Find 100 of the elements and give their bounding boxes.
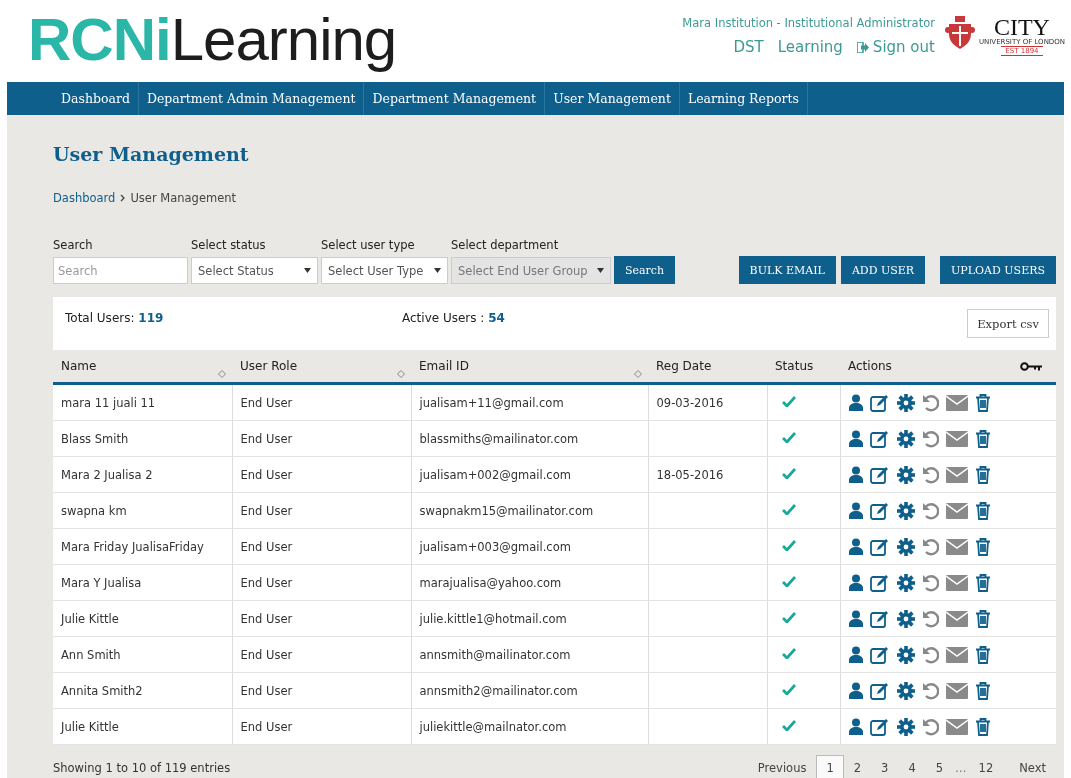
- delete-icon[interactable]: [974, 609, 991, 628]
- logo: RCNiLearning: [28, 5, 397, 75]
- user-icon[interactable]: [848, 466, 863, 483]
- undo-icon[interactable]: [921, 393, 939, 412]
- delete-icon[interactable]: [974, 393, 991, 412]
- undo-icon[interactable]: [921, 609, 939, 628]
- undo-icon[interactable]: [921, 537, 939, 556]
- edit-icon[interactable]: [869, 609, 890, 628]
- edit-icon[interactable]: [869, 645, 890, 664]
- user-icon[interactable]: [848, 718, 863, 735]
- settings-icon[interactable]: [896, 717, 915, 736]
- page-link[interactable]: 3: [871, 755, 899, 778]
- mail-icon[interactable]: [945, 538, 968, 555]
- user-icon[interactable]: [848, 610, 863, 627]
- settings-icon[interactable]: [896, 645, 915, 664]
- delete-icon[interactable]: [974, 465, 991, 484]
- mail-icon[interactable]: [945, 646, 968, 663]
- undo-icon[interactable]: [921, 501, 939, 520]
- undo-icon[interactable]: [921, 573, 939, 592]
- delete-icon[interactable]: [974, 717, 991, 736]
- search-button[interactable]: Search: [614, 256, 676, 284]
- settings-icon[interactable]: [896, 465, 915, 484]
- key-icon: [1020, 362, 1042, 371]
- user-icon[interactable]: [848, 574, 863, 591]
- delete-icon[interactable]: [974, 573, 991, 592]
- undo-icon[interactable]: [921, 465, 939, 484]
- column-header[interactable]: Email ID: [411, 350, 648, 384]
- settings-icon[interactable]: [896, 681, 915, 700]
- edit-icon[interactable]: [869, 681, 890, 700]
- table-cell: swapna km: [53, 492, 232, 529]
- action-button[interactable]: BULK EMAIL: [738, 256, 836, 284]
- settings-icon[interactable]: [896, 393, 915, 412]
- undo-icon[interactable]: [921, 645, 939, 664]
- mail-icon[interactable]: [945, 610, 968, 627]
- breadcrumb-link[interactable]: Dashboard: [53, 191, 116, 205]
- column-header: Reg Date: [648, 350, 767, 384]
- user-icon[interactable]: [848, 646, 863, 663]
- edit-icon[interactable]: [869, 393, 890, 412]
- settings-icon[interactable]: [896, 537, 915, 556]
- mail-icon[interactable]: [945, 574, 968, 591]
- edit-icon[interactable]: [869, 717, 890, 736]
- table-cell: End User: [232, 672, 411, 709]
- delete-icon[interactable]: [974, 681, 991, 700]
- next-link[interactable]: Next: [1009, 755, 1056, 778]
- edit-icon[interactable]: [869, 429, 890, 448]
- mail-icon[interactable]: [945, 394, 968, 411]
- user-icon[interactable]: [848, 682, 863, 699]
- user-icon[interactable]: [848, 538, 863, 555]
- mail-icon[interactable]: [945, 718, 968, 735]
- total-users: Total Users: 119: [65, 311, 165, 325]
- partner-logo-name: CITY: [993, 16, 1050, 38]
- page-link[interactable]: 5: [925, 755, 954, 778]
- settings-icon[interactable]: [896, 609, 915, 628]
- page-link[interactable]: 1: [816, 755, 844, 778]
- column-header[interactable]: User Role: [232, 350, 411, 384]
- export-button[interactable]: Export csv: [967, 309, 1049, 338]
- table-cell: annsmith@mailinator.com: [411, 636, 648, 673]
- settings-icon[interactable]: [896, 573, 915, 592]
- edit-icon[interactable]: [869, 501, 890, 520]
- page-link[interactable]: 2: [843, 755, 872, 778]
- action-button[interactable]: UPLOAD USERS: [940, 256, 1056, 284]
- delete-icon[interactable]: [974, 429, 991, 448]
- delete-icon[interactable]: [974, 645, 991, 664]
- table-cell: End User: [232, 528, 411, 565]
- undo-icon[interactable]: [921, 681, 939, 700]
- mail-icon[interactable]: [945, 430, 968, 447]
- delete-icon[interactable]: [974, 537, 991, 556]
- settings-icon[interactable]: [896, 429, 915, 448]
- action-button[interactable]: ADD USER: [840, 256, 926, 284]
- user-icon[interactable]: [848, 394, 863, 411]
- user-icon[interactable]: [848, 502, 863, 519]
- undo-icon[interactable]: [921, 717, 939, 736]
- user-icon[interactable]: [848, 430, 863, 447]
- page-link[interactable]: 4: [898, 755, 926, 778]
- column-header[interactable]: Name: [53, 350, 232, 384]
- table-cell: Mara Friday JualisaFriday: [53, 528, 232, 565]
- table-cell: Mara Y Jualisa: [53, 564, 232, 601]
- delete-icon[interactable]: [974, 501, 991, 520]
- mail-icon[interactable]: [945, 682, 968, 699]
- search-field[interactable]: Search: [53, 257, 188, 284]
- edit-icon[interactable]: [869, 465, 890, 484]
- table-cell: End User: [232, 492, 411, 529]
- mail-icon[interactable]: [945, 502, 968, 519]
- filter-label: Select department: [451, 238, 560, 252]
- table-cell: End User: [232, 456, 411, 493]
- entries-info: Showing 1 to 10 of 119 entries: [53, 761, 231, 775]
- dropdown[interactable]: Select Status: [191, 257, 318, 284]
- mail-icon[interactable]: [945, 466, 968, 483]
- undo-icon[interactable]: [921, 429, 939, 448]
- settings-icon[interactable]: [896, 501, 915, 520]
- edit-icon[interactable]: [869, 573, 890, 592]
- edit-icon[interactable]: [869, 537, 890, 556]
- table-cell: jualisam+002@gmail.com: [411, 456, 648, 493]
- page-link[interactable]: 12: [968, 755, 1004, 778]
- dropdown[interactable]: Select User Type: [321, 257, 448, 284]
- table-cell: 09-03-2016: [656, 395, 724, 410]
- table-cell: End User: [232, 600, 411, 637]
- chevron-icon: [120, 194, 126, 202]
- previous-link[interactable]: Previous: [747, 755, 817, 778]
- table-cell: End User: [232, 420, 411, 457]
